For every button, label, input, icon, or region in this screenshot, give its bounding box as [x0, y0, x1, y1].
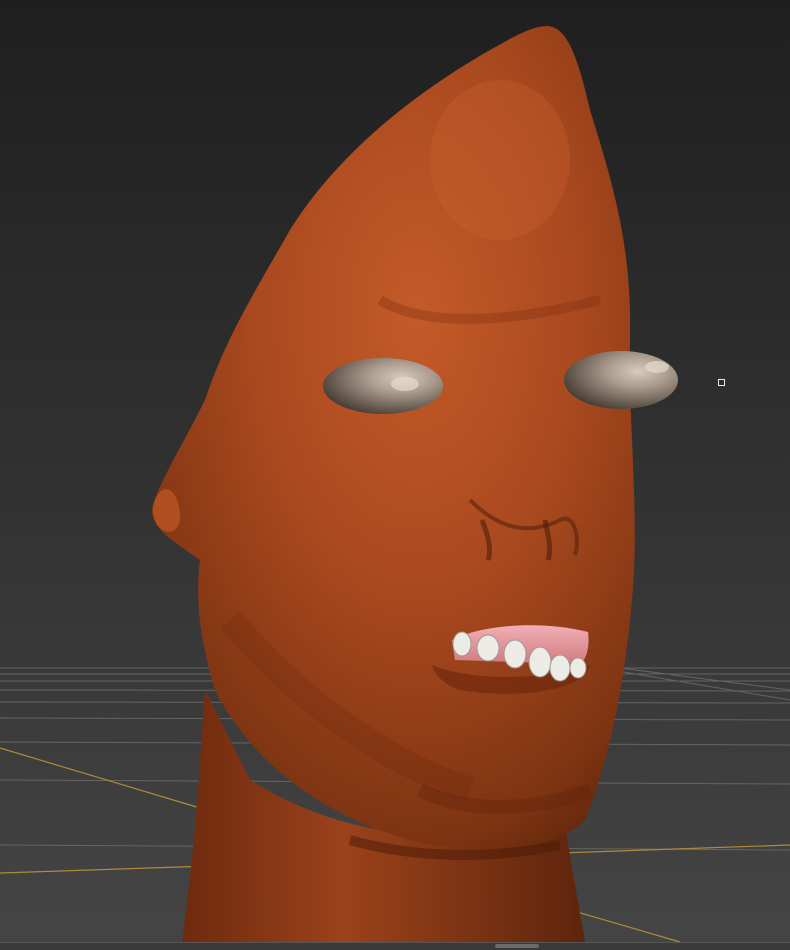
right-eye[interactable] — [564, 351, 678, 409]
transform-pivot-icon[interactable] — [718, 379, 725, 386]
viewport-bottom-border — [0, 942, 790, 950]
viewport-scene[interactable] — [0, 0, 790, 950]
3d-viewport[interactable] — [0, 0, 790, 950]
left-eye[interactable] — [323, 358, 443, 414]
model-mouth[interactable] — [432, 625, 590, 694]
viewport-scroll-handle[interactable] — [495, 944, 539, 948]
